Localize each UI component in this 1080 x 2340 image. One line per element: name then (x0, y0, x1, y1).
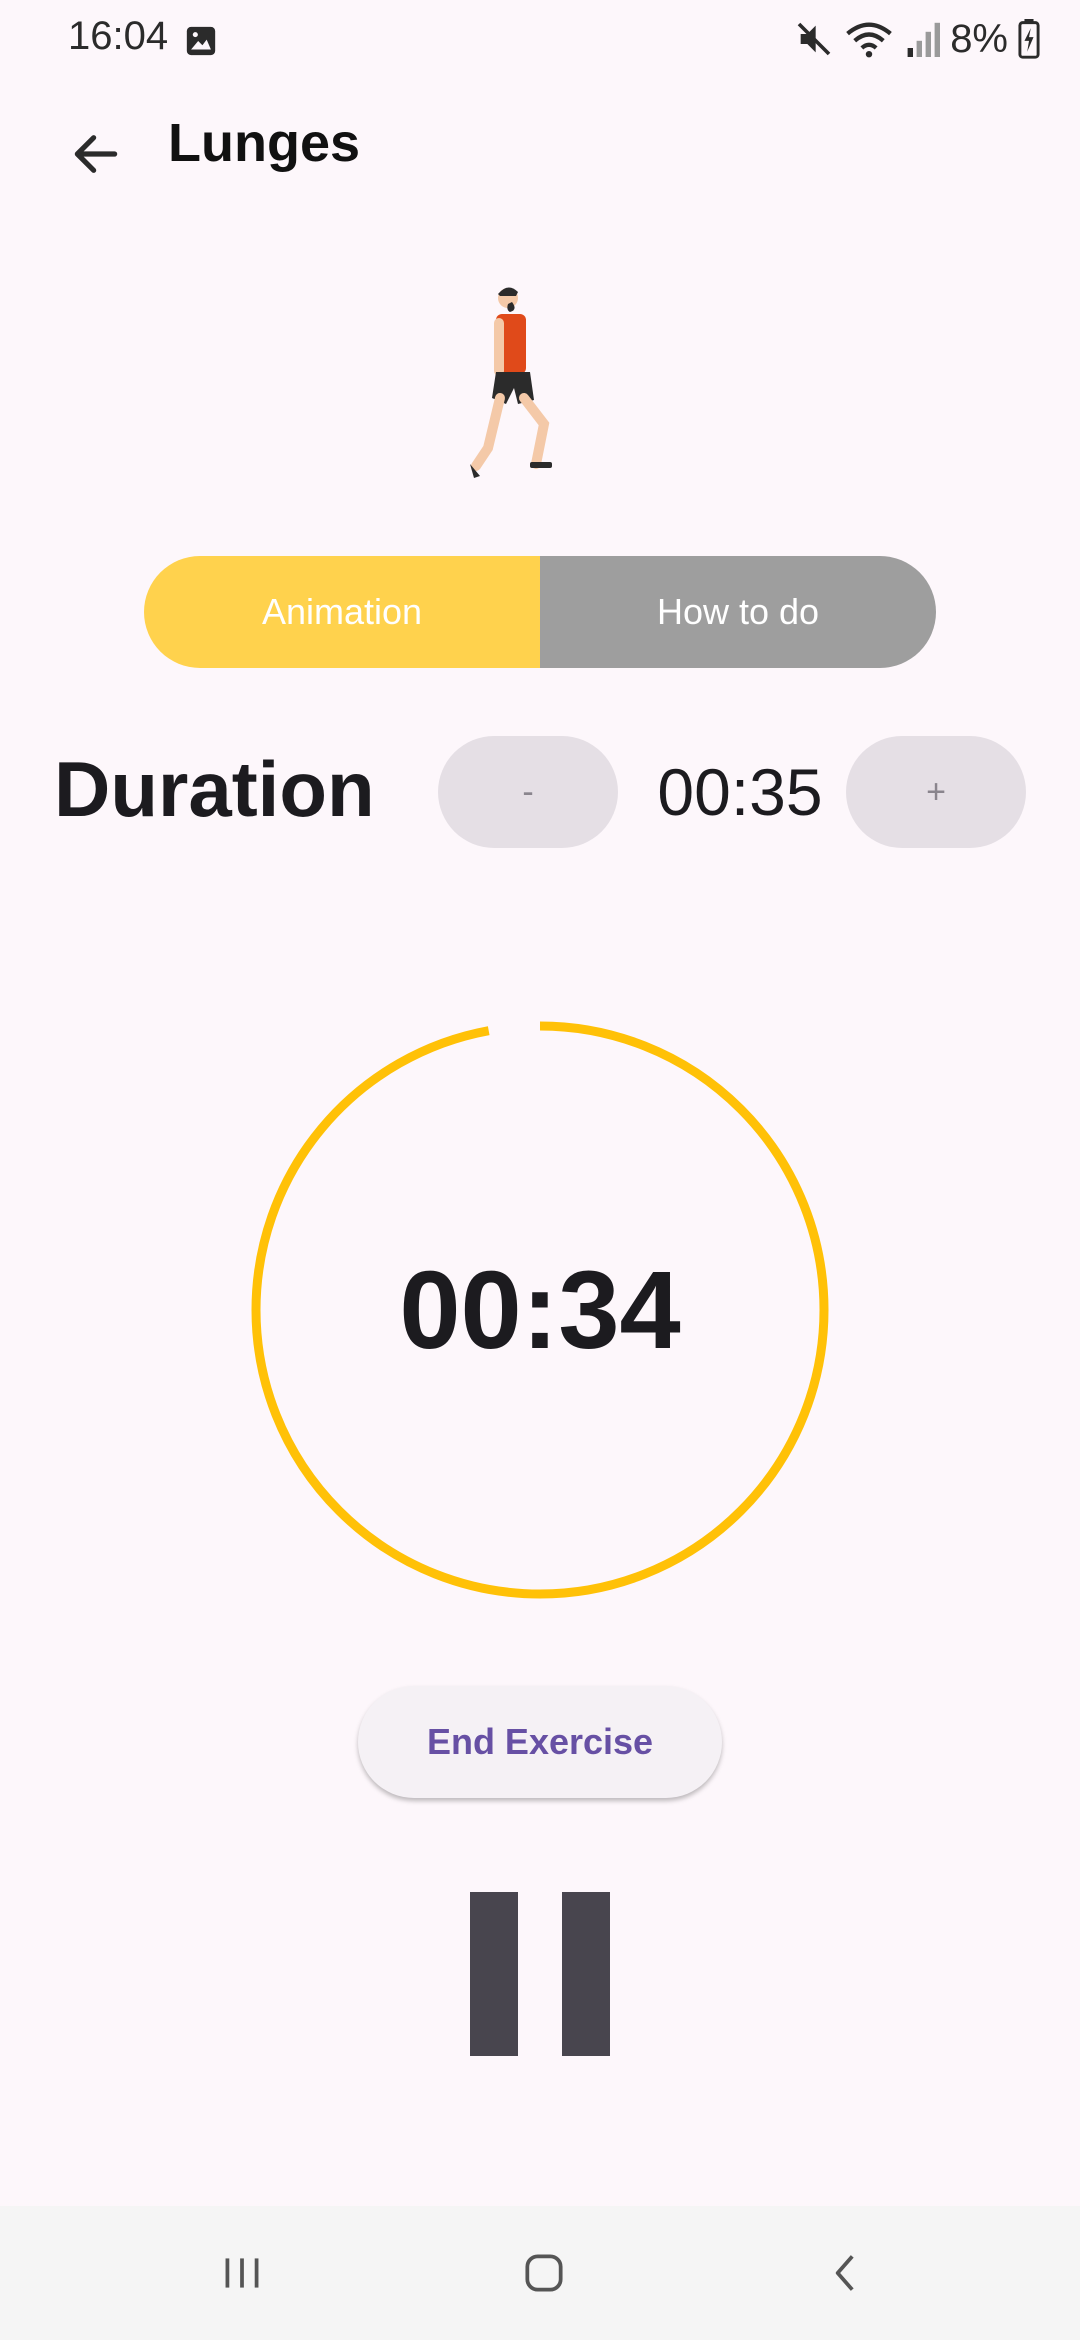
home-icon (525, 2254, 563, 2292)
battery-percent: 8% (950, 16, 1008, 61)
tab-how-to-do[interactable]: How to do (540, 556, 936, 668)
nav-back-button[interactable] (796, 2228, 896, 2318)
page-title: Lunges (168, 113, 361, 173)
recents-button[interactable] (192, 2228, 292, 2318)
increase-duration-button[interactable]: + (846, 736, 1026, 848)
system-nav-bar (0, 2206, 1080, 2340)
mute-icon (797, 22, 831, 56)
decrease-duration-button[interactable]: - (438, 736, 618, 848)
wifi-icon (846, 22, 892, 58)
signal-icon (907, 22, 941, 57)
tab-animation[interactable]: Animation (144, 556, 540, 668)
battery-charging-icon (1018, 19, 1040, 59)
view-toggle: Animation How to do (144, 556, 936, 668)
exercise-illustration (470, 287, 552, 478)
pause-bar-right (562, 1892, 610, 2056)
timer-remaining: 00:34 (399, 1248, 681, 1372)
status-icons: 8% (794, 14, 1040, 64)
gallery-icon (186, 26, 216, 56)
home-button[interactable] (494, 2228, 594, 2318)
status-time: 16:04 (68, 14, 169, 58)
end-exercise-button[interactable]: End Exercise (358, 1686, 722, 1798)
recents-icon (225, 2258, 259, 2288)
pause-bar-left (470, 1892, 518, 2056)
status-bar: 16:04 8% (0, 0, 1080, 80)
pause-button[interactable] (460, 1884, 620, 2058)
duration-label: Duration (54, 745, 375, 833)
nav-back-icon (835, 2255, 854, 2291)
back-arrow-icon (74, 135, 118, 173)
back-button[interactable] (58, 116, 134, 192)
duration-value: 00:35 (657, 755, 823, 829)
